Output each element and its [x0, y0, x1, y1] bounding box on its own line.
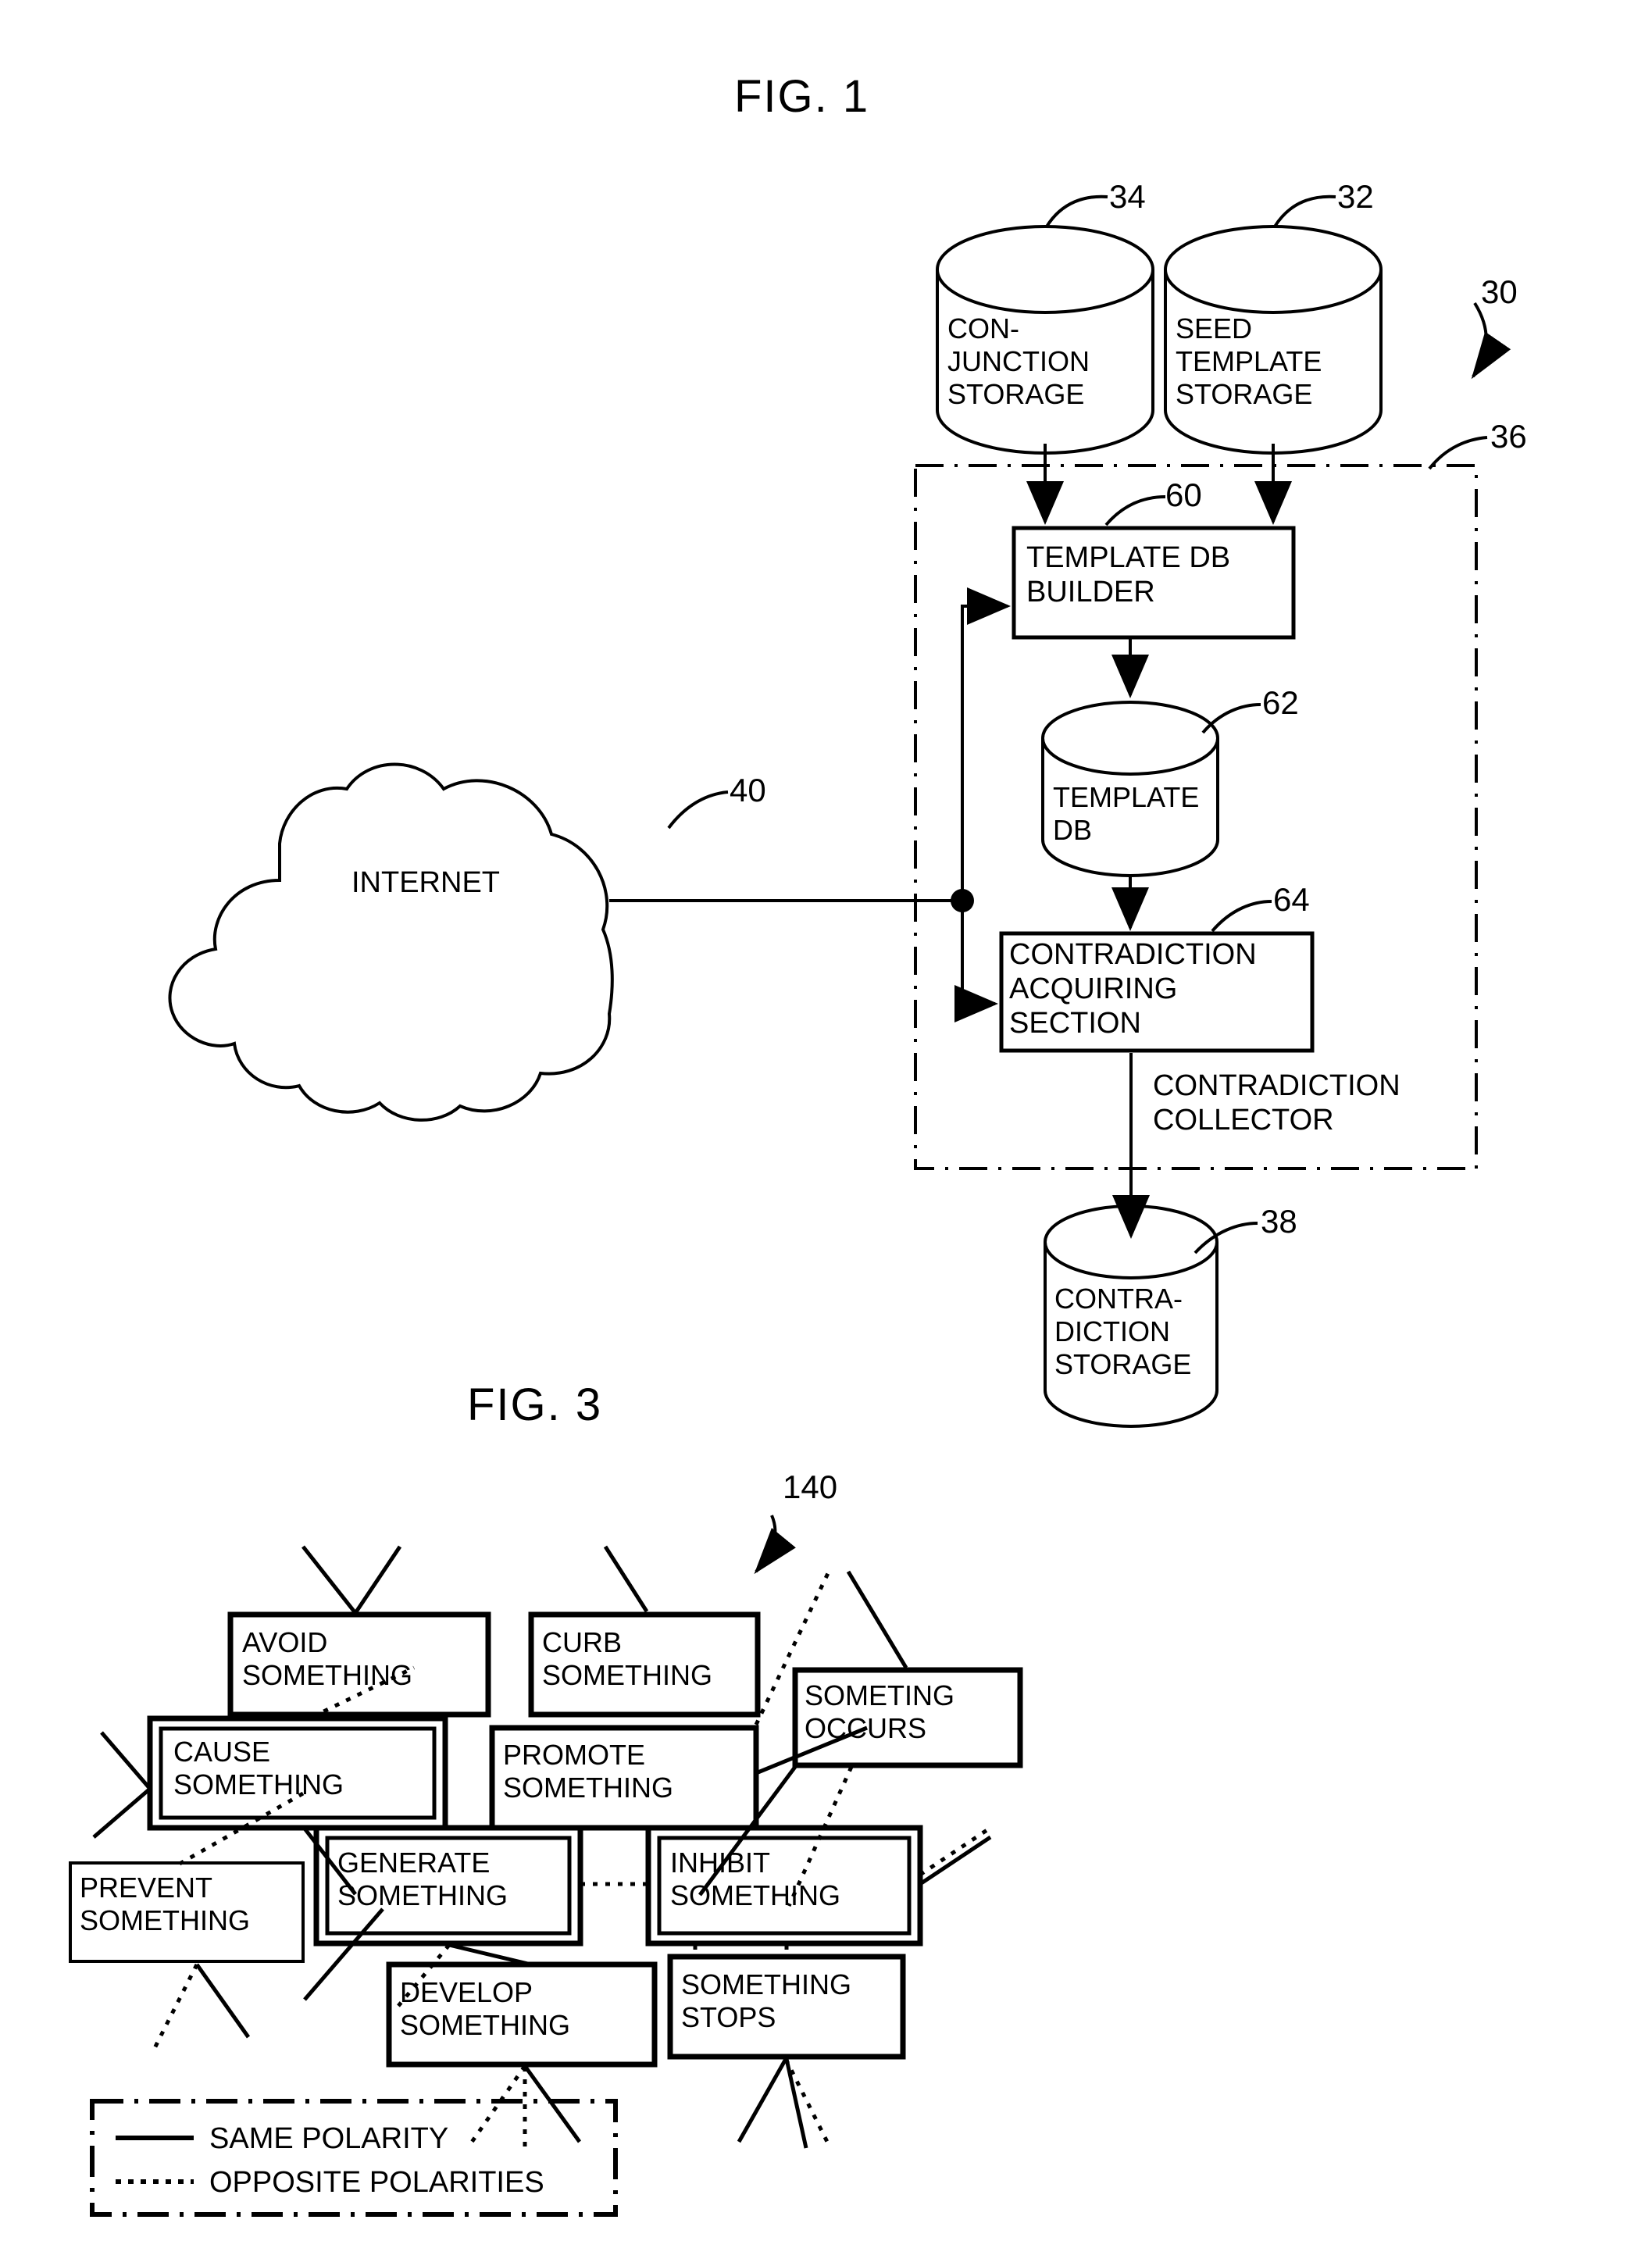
ref-140: 140	[783, 1468, 838, 1505]
ref-40: 40	[730, 772, 766, 808]
template-db-label: TEMPLATE DB	[1053, 781, 1200, 846]
contradiction-collector-label: CONTRADICTION COLLECTOR	[1153, 1069, 1400, 1137]
ref-30: 30	[1481, 273, 1518, 310]
contradiction-storage-label: CONTRA- DICTION STORAGE	[1054, 1283, 1192, 1380]
someting-occurs-label: SOMETING OCCURS	[805, 1679, 955, 1744]
fig1-title: FIG. 1	[734, 71, 870, 122]
ref-60: 60	[1165, 476, 1202, 513]
template-db-builder-label: TEMPLATE DB BUILDER	[1026, 541, 1231, 608]
inhibit-something-label: INHIBIT SOMETHING	[670, 1847, 841, 1911]
legend-opposite-polarities-label: OPPOSITE POLARITIES	[209, 2166, 544, 2199]
generate-something-label: GENERATE SOMETHING	[337, 1847, 508, 1911]
ref-34: 34	[1109, 178, 1146, 215]
patent-drawing-sheet: FIG. 1 34 32 30 36 60 62 64 38 40 CON- J…	[0, 0, 1652, 2266]
ref-64: 64	[1273, 881, 1310, 918]
internet-cloud-shape	[168, 762, 614, 1122]
ref-62: 62	[1262, 684, 1299, 721]
fig3-title: FIG. 3	[467, 1379, 603, 1430]
legend-same-polarity-label: SAME POLARITY	[209, 2122, 449, 2155]
ref-36: 36	[1490, 418, 1527, 455]
contradiction-acquiring-section-label: CONTRADICTION ACQUIRING SECTION	[1009, 938, 1257, 1040]
develop-something-label: DEVELOP SOMETHING	[400, 1976, 571, 2041]
something-stops-label: SOMETHING STOPS	[681, 1968, 852, 2033]
seed-template-storage-label: SEED TEMPLATE STORAGE	[1176, 312, 1322, 410]
prevent-something-label: PREVENT SOMETHING	[80, 1872, 251, 1936]
conjunction-storage-label: CON- JUNCTION STORAGE	[947, 312, 1090, 410]
curb-something-label: CURB SOMETHING	[542, 1626, 713, 1691]
promote-something-label: PROMOTE SOMETHING	[503, 1739, 674, 1804]
internet-cloud-label: INTERNET	[351, 866, 500, 899]
ref-38: 38	[1261, 1203, 1297, 1240]
avoid-something-label: AVOID SOMETHING	[242, 1626, 413, 1691]
ref-32: 32	[1337, 178, 1374, 215]
cause-something-label: CAUSE SOMETHING	[173, 1736, 344, 1800]
